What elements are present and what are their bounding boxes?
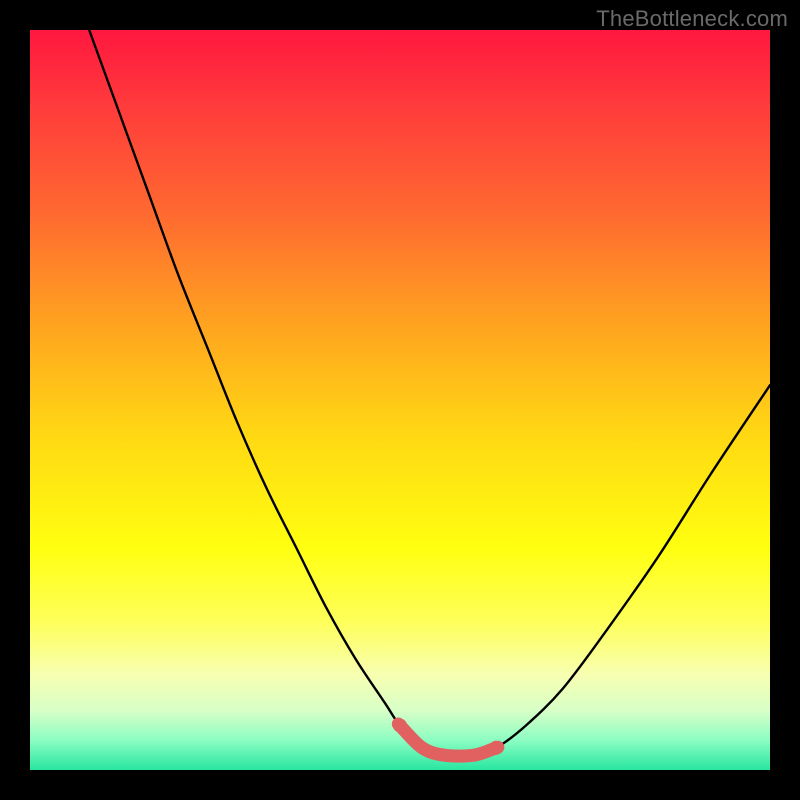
valley-right-dot-icon <box>489 741 503 755</box>
watermark-text: TheBottleneck.com <box>596 6 788 32</box>
valley-left-dot-icon <box>393 719 407 733</box>
bottleneck-curve-line <box>89 30 770 756</box>
chart-plot-area <box>30 30 770 770</box>
chart-frame: TheBottleneck.com <box>0 0 800 800</box>
valley-highlight-band <box>398 724 497 756</box>
chart-svg <box>30 30 770 770</box>
